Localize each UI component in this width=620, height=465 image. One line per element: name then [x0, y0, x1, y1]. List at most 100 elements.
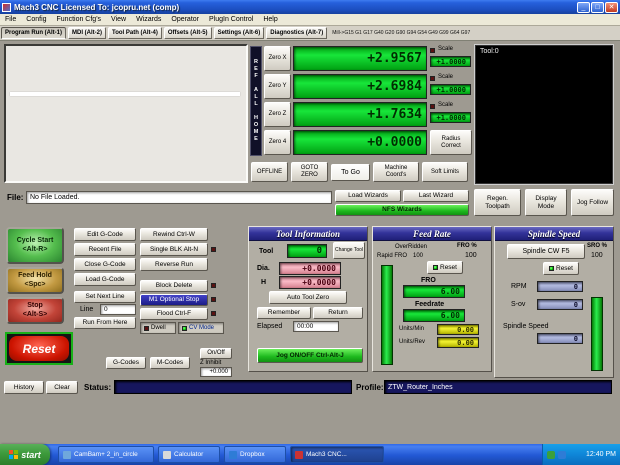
offline-button[interactable]: OFFLINE: [251, 162, 288, 182]
menu-view[interactable]: View: [106, 16, 131, 23]
z-axis-dro[interactable]: +1.7634: [293, 102, 427, 127]
fro-reset-button[interactable]: Reset: [427, 261, 463, 274]
taskbar-item-calculator[interactable]: Calculator: [158, 446, 220, 463]
rewind-button[interactable]: Rewind Ctrl-W: [140, 228, 208, 241]
z-inhibit-onoff-button[interactable]: On/Off: [200, 348, 232, 359]
tool-h-dro[interactable]: +0.0000: [279, 276, 341, 289]
x-scale-dro[interactable]: +1.0000: [430, 56, 471, 67]
tab-tool-path[interactable]: Tool Path (Alt-4): [108, 27, 162, 39]
g-codes-button[interactable]: G-Codes: [106, 357, 146, 369]
m-codes-button[interactable]: M-Codes: [150, 357, 190, 369]
title-bar[interactable]: Mach3 CNC Licensed To: jcopru.net (comp)…: [0, 0, 620, 14]
return-button[interactable]: Return: [313, 307, 363, 319]
run-from-here-button[interactable]: Run From Here: [74, 317, 136, 329]
z-scale-led-icon: [430, 104, 435, 109]
m1-optional-stop-button[interactable]: M1 Optional Stop: [140, 294, 208, 306]
sov-dro[interactable]: 0: [537, 299, 583, 310]
set-next-line-button[interactable]: Set Next Line: [74, 291, 136, 303]
loaded-file-field[interactable]: No File Loaded.: [26, 191, 332, 204]
block-delete-button[interactable]: Block Delete: [140, 280, 208, 292]
a-axis-dro[interactable]: +0.0000: [293, 130, 427, 155]
stop-button[interactable]: Stop <Alt-S>: [6, 297, 64, 324]
tab-offsets[interactable]: Offsets (Alt-5): [164, 27, 212, 39]
machine-coords-button[interactable]: Machine Coord's: [373, 162, 419, 182]
menu-function-cfgs[interactable]: Function Cfg's: [52, 16, 107, 23]
start-button[interactable]: start: [0, 444, 50, 465]
last-wizard-button[interactable]: Last Wizard: [403, 190, 469, 202]
to-go-button[interactable]: To Go: [331, 164, 370, 181]
maximize-button[interactable]: □: [591, 2, 604, 13]
spindle-speed-dro[interactable]: 0: [537, 333, 583, 344]
close-gcode-button[interactable]: Close G-Code: [74, 258, 136, 271]
taskbar-item-cambam[interactable]: CamBam+ 2_in_circle: [58, 446, 154, 463]
feed-hold-button[interactable]: Feed Hold <Spc>: [6, 267, 64, 294]
close-button[interactable]: ✕: [605, 2, 618, 13]
toolpath-display[interactable]: Tool:0: [474, 44, 614, 185]
y-axis-dro[interactable]: +2.6984: [293, 74, 427, 99]
gcode-display[interactable]: [4, 44, 248, 183]
goto-zero-button[interactable]: GOTO ZERO: [291, 162, 328, 182]
z-scale-dro[interactable]: +1.0000: [430, 112, 471, 123]
auto-tool-zero-button[interactable]: Auto Tool Zero: [269, 291, 347, 304]
menu-file[interactable]: File: [0, 16, 21, 23]
tool-number-dro[interactable]: 0: [287, 244, 327, 258]
radius-correct-button[interactable]: Radius Correct: [430, 130, 472, 155]
x-axis-dro[interactable]: +2.9567: [293, 46, 427, 71]
feedrate-dro[interactable]: 6.00: [403, 309, 465, 322]
antivirus-tray-icon[interactable]: [547, 451, 555, 459]
dropbox-tray-icon[interactable]: [558, 451, 566, 459]
cycle-start-button[interactable]: Cycle Start <Alt-R>: [6, 227, 64, 264]
menu-operator[interactable]: Operator: [166, 16, 204, 23]
clear-button[interactable]: Clear: [46, 381, 78, 394]
units-min-dro[interactable]: 0.00: [437, 324, 479, 335]
zero-x-button[interactable]: Zero X: [264, 46, 291, 71]
regen-toolpath-button[interactable]: Regen. Toolpath: [474, 189, 521, 216]
y-scale-dro[interactable]: +1.0000: [430, 84, 471, 95]
fro-percent-label: FRO %: [457, 243, 477, 249]
tab-mdi[interactable]: MDI (Alt-2): [68, 27, 106, 39]
units-rev-dro[interactable]: 0.00: [437, 337, 479, 348]
display-mode-button[interactable]: Display Mode: [525, 189, 567, 216]
jog-onoff-button[interactable]: Jog ON/OFF Ctrl-Alt-J: [257, 348, 363, 363]
flood-button[interactable]: Flood Ctrl-F: [140, 308, 208, 320]
reset-button[interactable]: Reset: [5, 332, 73, 365]
sro-reset-button[interactable]: Reset: [543, 262, 579, 275]
edit-gcode-button[interactable]: Edit G-Code: [74, 228, 136, 241]
menu-wizards[interactable]: Wizards: [131, 16, 166, 23]
menu-config[interactable]: Config: [21, 16, 51, 23]
fro-slider[interactable]: [381, 265, 393, 365]
minimize-button[interactable]: _: [577, 2, 590, 13]
tool-dia-dro[interactable]: +0.0000: [279, 262, 341, 275]
recent-file-button[interactable]: Recent File: [74, 243, 136, 256]
sro-slider[interactable]: [591, 297, 603, 371]
taskbar-item-dropbox[interactable]: Dropbox: [224, 446, 286, 463]
jog-follow-button[interactable]: Jog Follow: [571, 189, 614, 216]
load-gcode-button[interactable]: Load G-Code: [74, 273, 136, 286]
nfs-wizards-button[interactable]: NFS Wizards: [335, 204, 469, 216]
tab-diagnostics[interactable]: Diagnostics (Alt-7): [266, 27, 327, 39]
history-button[interactable]: History: [4, 381, 44, 394]
z-inhibit-dro[interactable]: +0.000: [200, 367, 232, 377]
change-tool-button[interactable]: Change Tool: [333, 242, 365, 259]
tab-program-run[interactable]: Program Run (Alt-1): [1, 27, 66, 39]
tab-settings[interactable]: Settings (Alt-6): [214, 27, 265, 39]
rpm-dro[interactable]: 0: [537, 281, 583, 292]
taskbar-item-mach3[interactable]: Mach3 CNC...: [290, 446, 384, 463]
ref-all-home-button[interactable]: REF ALL HOME: [250, 46, 262, 156]
soft-limits-button[interactable]: Soft Limits: [422, 162, 468, 182]
menu-plugin-control[interactable]: PlugIn Control: [204, 16, 258, 23]
sro-percent-label: SRO %: [587, 243, 607, 249]
reverse-run-button[interactable]: Reverse Run: [140, 258, 208, 271]
zero-4-button[interactable]: Zero 4: [264, 130, 291, 155]
load-wizards-button[interactable]: Load Wizards: [335, 190, 401, 202]
menu-help[interactable]: Help: [258, 16, 282, 23]
zero-z-button[interactable]: Zero Z: [264, 102, 291, 127]
spindle-cw-button[interactable]: Spindle CW F5: [507, 244, 585, 259]
remember-button[interactable]: Remember: [257, 307, 311, 319]
zero-y-button[interactable]: Zero Y: [264, 74, 291, 99]
z-scale-group: Scale +1.0000: [430, 102, 472, 126]
taskbar-clock[interactable]: 12:40 PM: [586, 451, 616, 458]
fro-dro[interactable]: 6.00: [403, 285, 465, 298]
line-number-field[interactable]: 0: [100, 304, 136, 315]
single-blk-button[interactable]: Single BLK Alt-N: [140, 243, 208, 256]
